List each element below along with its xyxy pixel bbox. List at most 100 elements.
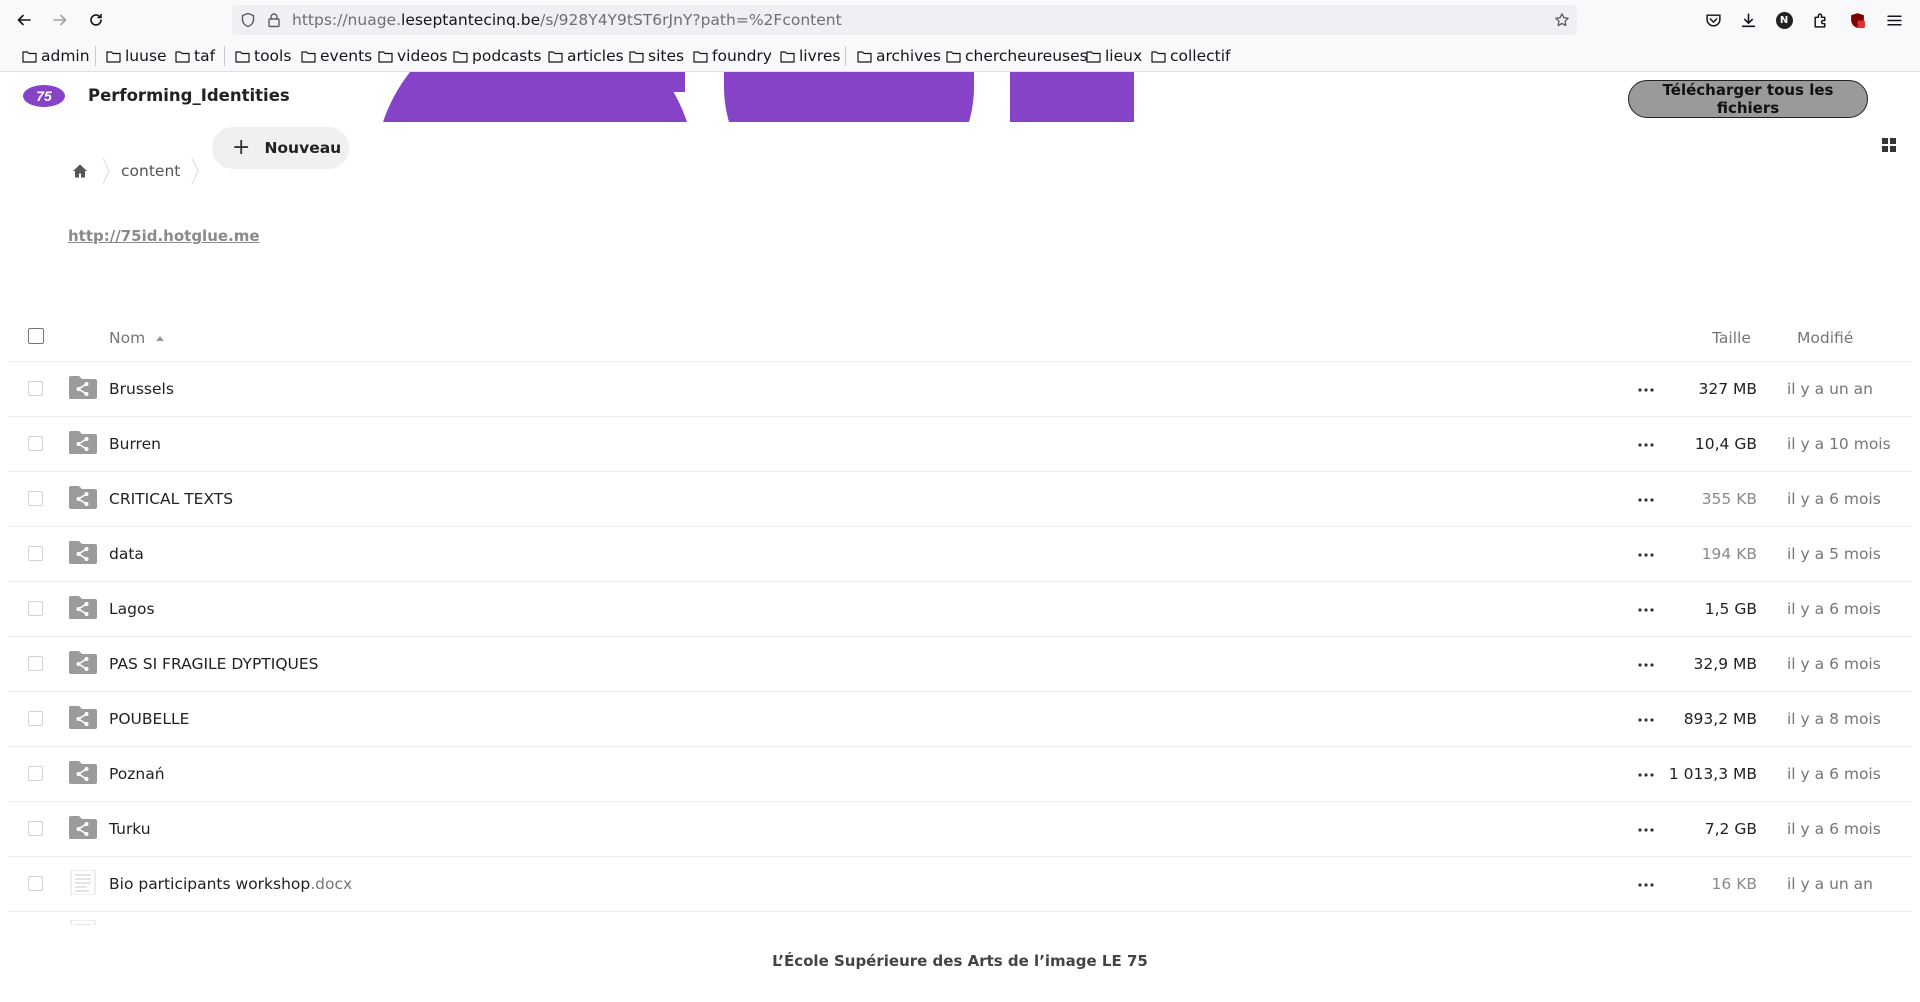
file-row[interactable]: Brussels 327 MB il y a un an bbox=[8, 362, 1912, 417]
bookmark-folder[interactable]: livres bbox=[780, 45, 840, 67]
row-checkbox[interactable] bbox=[28, 491, 43, 506]
row-actions-button[interactable] bbox=[1634, 490, 1658, 510]
file-row[interactable]: Burren 10,4 GB il y a 10 mois bbox=[8, 417, 1912, 472]
bookmark-folder[interactable]: tools bbox=[235, 45, 291, 67]
file-name[interactable]: Bio participants workshop.docx bbox=[109, 857, 352, 912]
file-name[interactable]: PAS SI FRAGILE DYPTIQUES bbox=[109, 637, 319, 692]
file-name[interactable]: Turku bbox=[109, 802, 151, 857]
bookmark-label: podcasts bbox=[472, 47, 542, 65]
url-bar[interactable]: https://nuage.leseptantecinq.be/s/928Y4Y… bbox=[232, 5, 1577, 35]
bookmark-label: taf bbox=[194, 47, 216, 65]
row-checkbox[interactable] bbox=[28, 436, 43, 451]
bookmark-folder[interactable]: podcasts bbox=[453, 45, 541, 67]
shared-folder-icon bbox=[69, 761, 97, 784]
bookmark-folder[interactable]: chercheureuses bbox=[946, 45, 1088, 67]
row-checkbox[interactable] bbox=[28, 601, 43, 616]
row-actions-button[interactable] bbox=[1634, 820, 1658, 840]
bookmark-folder[interactable]: collectif bbox=[1151, 45, 1231, 67]
app-menu-button[interactable] bbox=[1883, 9, 1905, 31]
forward-button[interactable] bbox=[46, 7, 74, 33]
bookmark-folder[interactable]: taf bbox=[175, 45, 215, 67]
file-name[interactable]: POUBELLE bbox=[109, 692, 189, 747]
file-row[interactable]: Lagos 1,5 GB il y a 6 mois bbox=[8, 582, 1912, 637]
bookmark-folder[interactable]: foundry bbox=[693, 45, 772, 67]
file-row[interactable]: PAS SI FRAGILE DYPTIQUES 32,9 MB il y a 6 … bbox=[8, 637, 1912, 692]
column-header-name[interactable]: Nom bbox=[109, 329, 145, 347]
downloads-button[interactable] bbox=[1737, 9, 1759, 31]
column-header-size[interactable]: Taille bbox=[1712, 329, 1751, 347]
file-row[interactable]: CRITICAL TEXTS 355 KB il y a 6 mois bbox=[8, 472, 1912, 527]
file-row[interactable]: data 194 KB il y a 5 mois bbox=[8, 527, 1912, 582]
pocket-button[interactable] bbox=[1702, 9, 1724, 31]
ublock-shield-icon bbox=[1850, 12, 1865, 28]
bookmark-label: archives bbox=[876, 47, 941, 65]
row-checkbox[interactable] bbox=[28, 656, 43, 671]
breadcrumb-current[interactable]: content bbox=[121, 162, 180, 180]
extensions-button[interactable] bbox=[1809, 9, 1831, 31]
bookmark-star-icon[interactable] bbox=[1554, 12, 1570, 28]
row-checkbox[interactable] bbox=[28, 711, 43, 726]
shared-folder-icon bbox=[69, 541, 97, 564]
row-checkbox[interactable] bbox=[28, 381, 43, 396]
row-actions-button[interactable] bbox=[1634, 545, 1658, 565]
file-modified: il y a 6 mois bbox=[1787, 655, 1881, 673]
new-button[interactable]: + Nouveau bbox=[212, 127, 349, 169]
row-actions-button[interactable] bbox=[1634, 380, 1658, 400]
row-actions-button[interactable] bbox=[1634, 600, 1658, 620]
row-actions-button[interactable] bbox=[1634, 435, 1658, 455]
file-name[interactable]: CRITICAL TEXTS bbox=[109, 472, 233, 527]
row-checkbox[interactable] bbox=[28, 876, 43, 891]
url-prefix: https://nuage. bbox=[292, 11, 402, 29]
shield-icon[interactable] bbox=[240, 12, 256, 28]
file-name[interactable]: Brussels bbox=[109, 362, 174, 417]
bookmark-folder[interactable]: events bbox=[301, 45, 372, 67]
account-button[interactable]: N bbox=[1773, 9, 1795, 31]
row-actions-button[interactable] bbox=[1634, 765, 1658, 785]
file-row[interactable]: Poznań 1 013,3 MB il y a 6 mois bbox=[8, 747, 1912, 802]
file-row[interactable]: Turku 7,2 GB il y a 6 mois bbox=[8, 802, 1912, 857]
file-row[interactable] bbox=[8, 912, 1912, 925]
url-text[interactable]: https://nuage.leseptantecinq.be/s/928Y4Y… bbox=[292, 5, 842, 35]
file-modified: il y a 6 mois bbox=[1787, 820, 1881, 838]
file-row[interactable]: POUBELLE 893,2 MB il y a 8 mois bbox=[8, 692, 1912, 747]
reload-button[interactable] bbox=[82, 7, 110, 33]
file-name[interactable]: Poznań bbox=[109, 747, 165, 802]
lock-icon[interactable] bbox=[266, 12, 282, 28]
row-checkbox[interactable] bbox=[28, 766, 43, 781]
readme-link[interactable]: http://75id.hotglue.me bbox=[68, 227, 260, 245]
back-button[interactable] bbox=[10, 7, 38, 33]
row-actions-button[interactable] bbox=[1634, 710, 1658, 730]
shared-folder-icon bbox=[69, 486, 97, 509]
ublock-button[interactable] bbox=[1846, 9, 1868, 31]
sort-ascending-icon[interactable] bbox=[156, 336, 164, 341]
bookmark-folder[interactable]: luuse bbox=[106, 45, 167, 67]
file-name[interactable]: Lagos bbox=[109, 582, 155, 637]
svg-text:75: 75 bbox=[36, 88, 52, 104]
more-horizontal-icon bbox=[1638, 773, 1654, 777]
file-name[interactable]: data bbox=[109, 527, 144, 582]
file-list-header: Nom Taille Modifié bbox=[8, 318, 1912, 362]
bookmark-folder[interactable]: videos bbox=[378, 45, 447, 67]
select-all-checkbox[interactable] bbox=[28, 328, 44, 344]
app-logo[interactable]: 75 bbox=[22, 84, 66, 108]
bookmark-label: collectif bbox=[1170, 47, 1231, 65]
bookmark-folder[interactable]: archives bbox=[857, 45, 941, 67]
bookmark-folder[interactable]: articles bbox=[548, 45, 624, 67]
row-checkbox[interactable] bbox=[28, 821, 43, 836]
breadcrumb-home[interactable] bbox=[62, 158, 98, 184]
row-actions-button[interactable] bbox=[1634, 875, 1658, 895]
file-name[interactable]: Burren bbox=[109, 417, 161, 472]
bookmark-folder[interactable]: sites bbox=[629, 45, 684, 67]
file-size: 355 KB bbox=[1701, 490, 1757, 508]
bookmark-folder[interactable]: lieux bbox=[1086, 45, 1142, 67]
file-row[interactable]: Bio participants workshop.docx 16 KB il y … bbox=[8, 857, 1912, 912]
browser-toolbar: https://nuage.leseptantecinq.be/s/928Y4Y… bbox=[0, 0, 1920, 40]
bookmark-folder[interactable]: admin bbox=[22, 45, 90, 67]
folder-icon bbox=[175, 50, 190, 63]
bookmark-label: chercheureuses bbox=[965, 47, 1088, 65]
row-checkbox[interactable] bbox=[28, 546, 43, 561]
grid-view-toggle[interactable] bbox=[1878, 134, 1900, 156]
column-header-modified[interactable]: Modifié bbox=[1797, 329, 1853, 347]
row-actions-button[interactable] bbox=[1634, 655, 1658, 675]
download-all-button[interactable]: Télécharger tous les fichiers bbox=[1628, 80, 1868, 118]
